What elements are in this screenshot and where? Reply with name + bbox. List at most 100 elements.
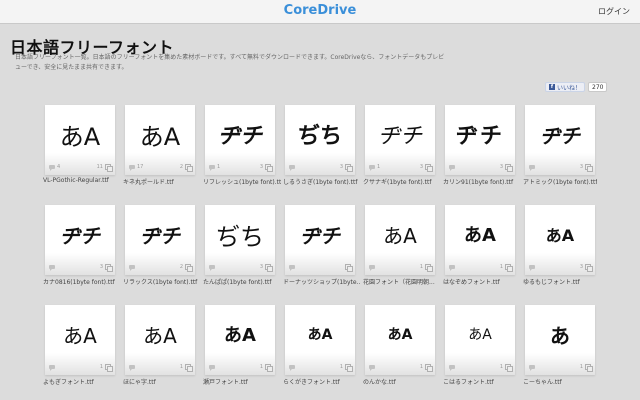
copy-count: 1 xyxy=(259,364,263,370)
font-file-name[interactable]: カナ0816(1byte font).ttf xyxy=(43,277,121,286)
font-sample-preview: ヂチ xyxy=(300,223,340,248)
font-file-name[interactable]: よもぎフォント.ttf xyxy=(43,377,121,386)
font-tile[interactable]: あA 17 2 xyxy=(125,105,195,175)
font-tile[interactable]: ヂチ xyxy=(285,205,355,275)
copy-icon xyxy=(425,164,433,172)
font-grid: あA 4 11 VL-PGothic-Regular.ttf あA 17 2 キネ丸ポールド.… xyxy=(0,0,640,400)
comment-icon xyxy=(49,165,55,171)
copy-count: 3 xyxy=(259,164,263,170)
font-sample-preview: あA xyxy=(464,225,496,246)
font-tile[interactable]: あA 3 xyxy=(525,205,595,275)
font-sample-preview: あA xyxy=(139,122,181,151)
font-tile[interactable]: あA 1 xyxy=(205,305,275,375)
tile-stats: 13 xyxy=(209,163,273,172)
comment-icon xyxy=(209,165,215,171)
copy-icon xyxy=(265,264,273,272)
tile-stats: 3 xyxy=(49,263,113,272)
font-file-name[interactable]: のんかな.ttf xyxy=(363,377,441,386)
font-file-name[interactable]: キネ丸ポールド.ttf xyxy=(123,177,201,186)
copy-count: 1 xyxy=(419,264,423,270)
copy-icon xyxy=(585,364,593,372)
tile-stats: 13 xyxy=(369,163,433,172)
comment-icon xyxy=(289,365,295,371)
font-file-name[interactable]: アトミック(1byte font).ttf xyxy=(523,177,597,186)
font-tile[interactable]: ヂチ 1 3 xyxy=(205,105,275,175)
copy-icon xyxy=(105,364,113,372)
tile-stats: 3 xyxy=(289,163,353,172)
font-file-name[interactable]: らくがきフォント.ttf xyxy=(283,377,361,386)
font-file-name[interactable]: ゆるもじフォント.ttf xyxy=(523,277,597,286)
font-tile[interactable]: あA 1 xyxy=(285,305,355,375)
copy-icon xyxy=(585,164,593,172)
comment-icon xyxy=(449,165,455,171)
font-sample-preview: あA xyxy=(63,323,97,348)
font-file-name[interactable]: リラックス(1byte font).ttf xyxy=(123,277,201,286)
font-sample-preview: あA xyxy=(545,226,575,245)
font-sample-preview: あA xyxy=(383,223,417,248)
copy-count: 3 xyxy=(579,164,583,170)
copy-icon xyxy=(585,264,593,272)
font-file-name[interactable]: リフレッシュ(1byte font).ttf xyxy=(203,177,281,186)
font-sample-preview: ヂチ xyxy=(455,124,504,149)
font-sample-preview: ぢち xyxy=(216,222,264,251)
font-sample-preview: ぢち xyxy=(297,124,342,149)
font-file-name[interactable]: はなぞめフォント.ttf xyxy=(443,277,521,286)
comment-icon xyxy=(49,265,55,271)
font-tile[interactable]: ヂチ 3 xyxy=(525,105,595,175)
font-tile[interactable]: あA 1 xyxy=(45,305,115,375)
font-sample-preview: あA xyxy=(59,122,101,151)
tile-stats: 1 xyxy=(49,363,113,372)
font-tile[interactable]: あA 1 xyxy=(125,305,195,375)
font-file-name[interactable]: ドーナッツショップ(1byte... xyxy=(283,277,361,286)
font-tile[interactable]: ぢち 3 xyxy=(285,105,355,175)
font-file-name[interactable]: たんぱぱ(1byte font).ttf xyxy=(203,277,281,286)
font-file-name[interactable]: カリン91(1byte font).ttf xyxy=(443,177,521,186)
font-file-name[interactable]: しるうさぎ(1byte font).ttf xyxy=(283,177,361,186)
copy-count: 3 xyxy=(579,264,583,270)
font-file-name[interactable]: 花園フォント（花園明朝... xyxy=(363,277,441,286)
tile-stats: 1 xyxy=(369,263,433,272)
font-sample-preview: ヂチ xyxy=(540,123,580,148)
tile-stats: 3 xyxy=(529,263,593,272)
comment-icon xyxy=(209,265,215,271)
font-tile[interactable]: ヂチ 2 xyxy=(125,205,195,275)
font-sample-preview: あA xyxy=(307,327,333,343)
font-file-name[interactable]: VL-PGothic-Regular.ttf xyxy=(43,177,121,184)
font-tile[interactable]: あA 1 xyxy=(365,305,435,375)
copy-icon xyxy=(185,364,193,372)
font-tile[interactable]: あA 1 xyxy=(365,205,435,275)
tile-stats: 3 xyxy=(449,163,513,172)
copy-count: 2 xyxy=(179,164,183,170)
tile-stats: 1 xyxy=(529,363,593,372)
comment-count: 17 xyxy=(137,164,144,170)
comment-icon xyxy=(49,365,55,371)
copy-count: 1 xyxy=(179,364,183,370)
copy-icon xyxy=(265,164,273,172)
comment-icon xyxy=(369,365,375,371)
font-tile[interactable]: あA 4 11 xyxy=(45,105,115,175)
font-tile[interactable]: ぢち 3 xyxy=(205,205,275,275)
font-tile[interactable]: ヂチ 3 xyxy=(45,205,115,275)
font-tile[interactable]: あ1 xyxy=(525,305,595,375)
font-file-name[interactable]: クサナギ(1byte font).ttf xyxy=(363,177,441,186)
font-sample-preview: ヂチ xyxy=(140,223,180,248)
comment-icon xyxy=(289,165,295,171)
copy-icon xyxy=(185,164,193,172)
comment-count: 1 xyxy=(217,164,221,170)
font-tile[interactable]: あA 1 xyxy=(445,305,515,375)
comment-count: 1 xyxy=(377,164,381,170)
tile-stats: 1 xyxy=(449,263,513,272)
copy-count: 1 xyxy=(499,364,503,370)
font-file-name[interactable]: 瀬戸フォント.ttf xyxy=(203,377,281,386)
font-tile[interactable]: ヂチ 1 3 xyxy=(365,105,435,175)
font-tile[interactable]: ヂチ 3 xyxy=(445,105,515,175)
font-tile[interactable]: あA 1 xyxy=(445,205,515,275)
comment-icon xyxy=(209,365,215,371)
font-file-name[interactable]: ほにゃ字.ttf xyxy=(123,377,201,386)
font-file-name[interactable]: こーちゃん.ttf xyxy=(523,377,597,386)
comment-icon xyxy=(449,365,455,371)
copy-count: 1 xyxy=(499,264,503,270)
font-sample-preview: あA xyxy=(468,327,492,343)
comment-icon xyxy=(529,165,535,171)
font-file-name[interactable]: こはるフォント.ttf xyxy=(443,377,521,386)
